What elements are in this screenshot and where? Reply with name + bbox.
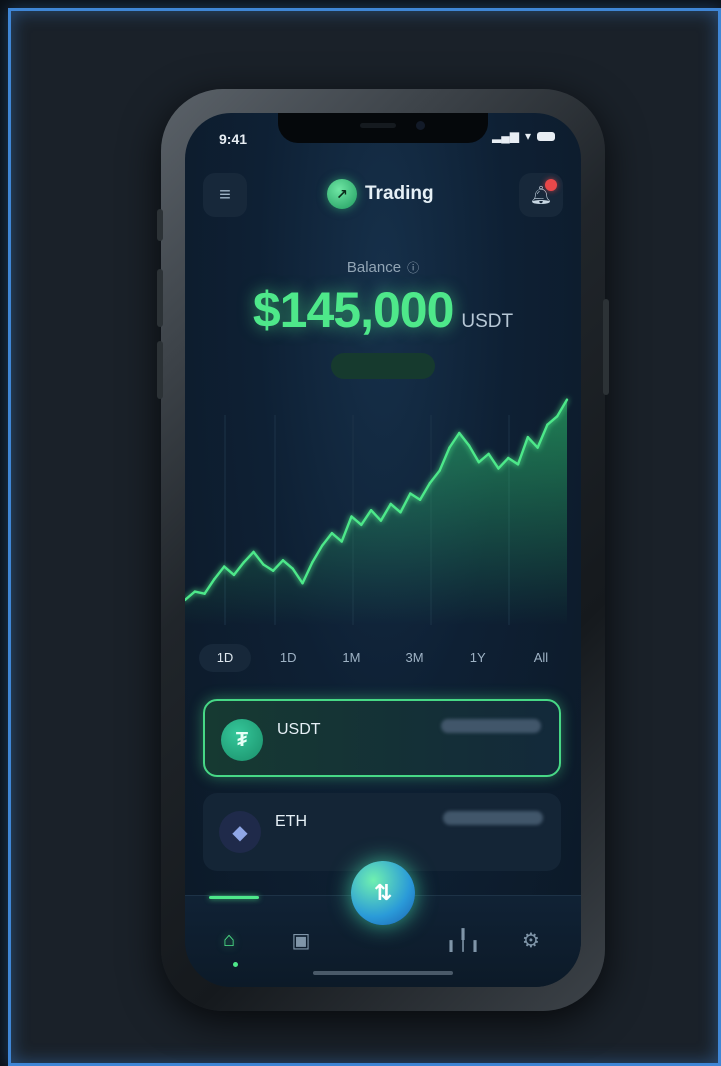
app-brand: ↗ Trading — [327, 179, 434, 209]
period-option[interactable]: 1D — [262, 644, 314, 672]
trade-swap-icon: ⇅ — [373, 880, 393, 905]
trading-logo-icon: ↗ — [327, 179, 357, 209]
notification-badge — [545, 179, 557, 191]
phone-device: 9:41 ▂▄▆ ▾ ≡ ↗ Trading 🔔︎ Balance ⓘ $145… — [157, 89, 609, 1011]
menu-icon: ≡ — [219, 183, 231, 206]
balance-amount: $145,000 — [252, 282, 455, 338]
tab-stats[interactable]: ╻╿╻ — [443, 920, 483, 960]
period-option[interactable]: 3M — [389, 644, 441, 672]
signal-icon: ▂▄▆ — [492, 129, 519, 143]
balance-chart[interactable] — [185, 375, 581, 655]
volume-up-button — [157, 269, 163, 327]
balance-unit: USDT — [461, 311, 514, 332]
battery-icon — [537, 131, 555, 141]
tab-wallet[interactable]: ▣ — [281, 920, 321, 960]
home-icon: ⌂ — [222, 928, 236, 951]
phone-screen: 9:41 ▂▄▆ ▾ ≡ ↗ Trading 🔔︎ Balance ⓘ $145… — [185, 113, 581, 987]
asset-symbol: ETH — [275, 813, 307, 830]
tab-settings[interactable]: ⚙ — [511, 920, 551, 960]
home-indicator[interactable] — [313, 971, 453, 975]
status-icons: ▂▄▆ ▾ — [492, 129, 555, 143]
menu-button[interactable]: ≡ — [203, 173, 247, 217]
period-option[interactable]: 1M — [325, 644, 377, 672]
speaker — [360, 123, 396, 128]
notifications-button[interactable]: 🔔︎ — [519, 173, 563, 217]
balance-row: $145,000 USDT — [185, 281, 581, 339]
notch — [278, 113, 488, 143]
active-tab-indicator — [209, 896, 259, 899]
settings-icon: ⚙ — [522, 929, 540, 952]
asset-symbol: USDT — [277, 721, 321, 738]
wifi-icon: ▾ — [524, 129, 531, 143]
mute-switch — [157, 209, 163, 241]
period-option[interactable]: All — [515, 644, 567, 672]
asset-card-usdt[interactable]: ₮ USDT — [203, 699, 561, 777]
balance-label-row: Balance ⓘ — [185, 259, 581, 276]
ethereum-icon: ◆ — [219, 811, 261, 853]
period-option[interactable]: 1Y — [452, 644, 504, 672]
active-tab-dot — [233, 962, 238, 967]
tab-home[interactable]: ⌂ — [209, 920, 249, 960]
status-time: 9:41 — [219, 131, 248, 147]
wallet-icon: ▣ — [291, 929, 311, 952]
asset-value-blurred — [443, 811, 543, 825]
front-camera — [416, 121, 425, 130]
stats-icon: ╻╿╻ — [444, 929, 482, 952]
volume-down-button — [157, 341, 163, 399]
info-icon[interactable]: ⓘ — [407, 259, 419, 276]
display-frame: 9:41 ▂▄▆ ▾ ≡ ↗ Trading 🔔︎ Balance ⓘ $145… — [8, 8, 721, 1066]
asset-value-blurred — [441, 719, 541, 733]
tether-icon: ₮ — [221, 719, 263, 761]
power-button — [603, 299, 609, 395]
period-option[interactable]: 1D — [199, 644, 251, 672]
app-title: Trading — [365, 183, 434, 204]
asset-card-eth[interactable]: ◆ ETH — [203, 793, 561, 871]
period-selector: 1D 1D 1M 3M 1Y All — [199, 643, 567, 673]
balance-label: Balance — [346, 259, 402, 276]
chart-area — [185, 399, 567, 625]
trade-button[interactable]: ⇅ — [351, 861, 415, 925]
